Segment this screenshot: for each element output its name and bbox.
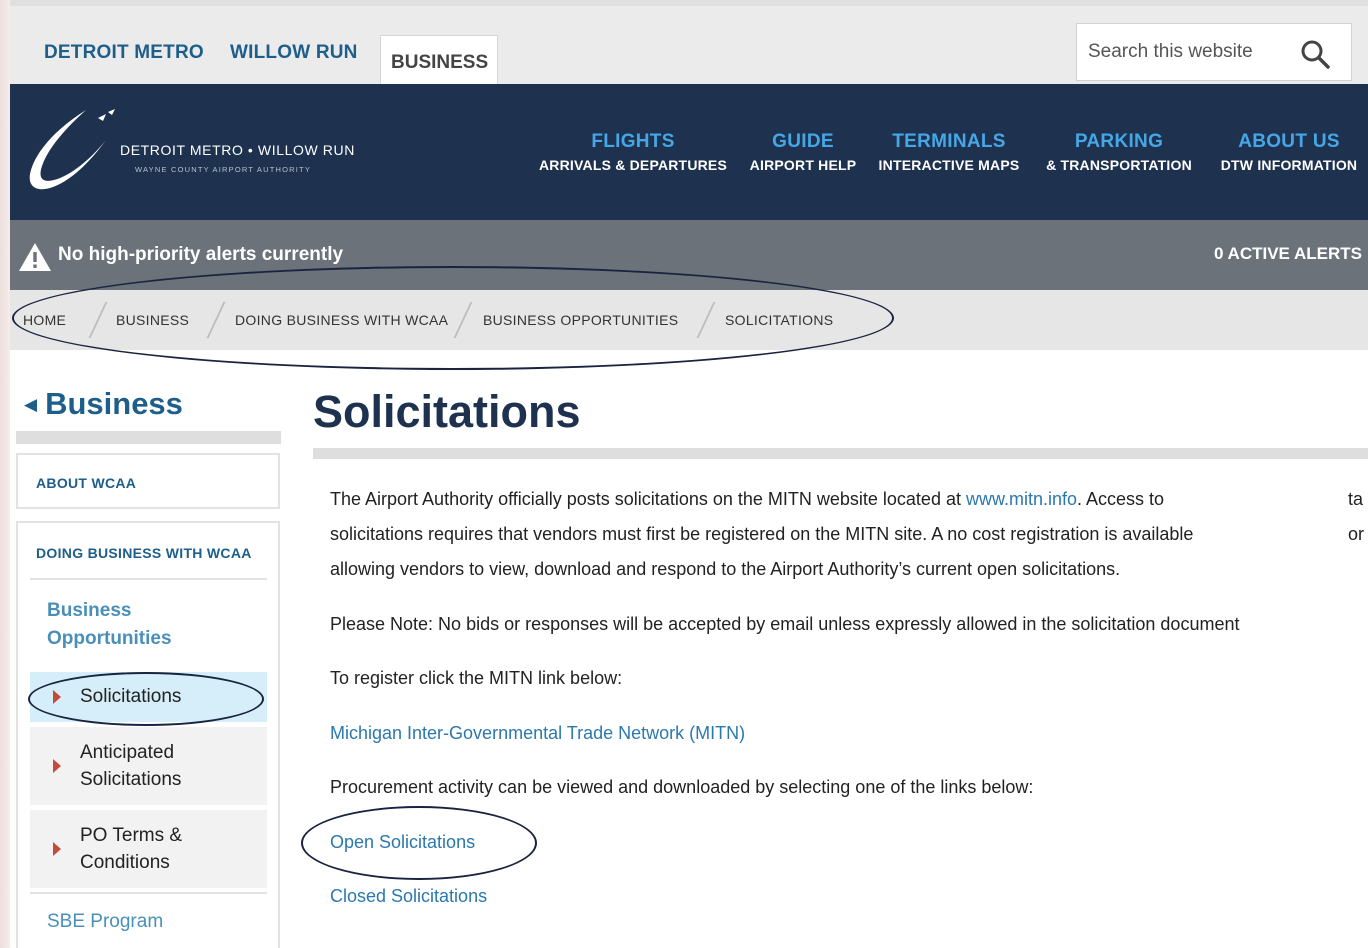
breadcrumb: HOME BUSINESS DOING BUSINESS WITH WCAA B… xyxy=(10,290,1368,350)
airport-logo[interactable] xyxy=(14,104,124,200)
breadcrumb-separator xyxy=(696,302,716,338)
nav-terminals[interactable]: TERMINALS INTERACTIVE MAPS xyxy=(875,131,1023,173)
nav-parking-sub: & TRANSPORTATION xyxy=(1046,157,1192,173)
back-arrow-icon: ◀ xyxy=(24,395,38,414)
breadcrumb-separator xyxy=(88,302,108,338)
breadcrumb-home[interactable]: HOME xyxy=(23,312,66,328)
intro-paragraph-line-1: The Airport Authority officially posts s… xyxy=(330,489,1164,510)
page: DETROIT METRO WILLOW RUN BUSINESS DETROI… xyxy=(10,0,1368,948)
utility-bar: DETROIT METRO WILLOW RUN BUSINESS xyxy=(10,0,1368,90)
nav-parking-title: PARKING xyxy=(1074,131,1164,152)
willow-run-link[interactable]: WILLOW RUN xyxy=(230,42,358,64)
closed-solicitations-link[interactable]: Closed Solicitations xyxy=(330,886,487,907)
brand-name: DETROIT METRO • WILLOW RUN xyxy=(120,142,355,158)
sidebar-item-po-terms[interactable]: PO Terms & Conditions xyxy=(30,810,267,888)
mitn-link[interactable]: Michigan Inter-Governmental Trade Networ… xyxy=(330,723,745,744)
main-nav: DETROIT METRO • WILLOW RUN WAYNE COUNTY … xyxy=(10,84,1368,220)
intro-text-b: . Access to xyxy=(1077,489,1165,509)
nav-about-us-title: ABOUT US xyxy=(1238,131,1340,152)
page-title: Solicitations xyxy=(313,386,581,437)
mitn-website-link[interactable]: www.mitn.info xyxy=(966,489,1077,509)
sidebar-item-anticipated-solicitations[interactable]: Anticipated Solicitations xyxy=(30,727,267,805)
nav-flights[interactable]: FLIGHTS ARRIVALS & DEPARTURES xyxy=(538,131,728,173)
breadcrumb-separator xyxy=(453,302,473,338)
breadcrumb-business-opportunities[interactable]: BUSINESS OPPORTUNITIES xyxy=(483,312,678,328)
nav-about-us[interactable]: ABOUT US DTW INFORMATION xyxy=(1212,131,1366,173)
breadcrumb-business[interactable]: BUSINESS xyxy=(116,312,189,328)
breadcrumb-doing-business[interactable]: DOING BUSINESS WITH WCAA xyxy=(235,312,448,328)
search-icon[interactable] xyxy=(1299,38,1331,70)
title-divider xyxy=(313,448,1368,459)
breadcrumb-current: SOLICITATIONS xyxy=(725,312,834,328)
nav-terminals-sub: INTERACTIVE MAPS xyxy=(878,157,1020,173)
nav-flights-sub: ARRIVALS & DEPARTURES xyxy=(538,157,728,173)
intro-paragraph-line-2: solicitations requires that vendors must… xyxy=(330,524,1194,544)
warning-icon xyxy=(19,243,51,271)
register-paragraph: To register click the MITN link below: xyxy=(330,668,623,688)
open-solicitations-link[interactable]: Open Solicitations xyxy=(330,832,475,853)
intro-paragraph-line-3: allowing vendors to view, download and r… xyxy=(330,559,1121,579)
brand-subtitle: WAYNE COUNTY AIRPORT AUTHORITY xyxy=(135,165,312,174)
search-input[interactable] xyxy=(1077,24,1287,80)
nav-flights-title: FLIGHTS xyxy=(591,131,675,152)
sidebar-item-sbe-program[interactable]: SBE Program xyxy=(47,911,163,933)
nav-guide-title: GUIDE xyxy=(772,131,834,152)
sidebar-divider xyxy=(30,578,267,580)
intro-text-a: The Airport Authority officially posts s… xyxy=(330,489,966,509)
sidebar-item-solicitations-label: Solicitations xyxy=(80,686,182,707)
sidebar-title-label: Business xyxy=(45,386,183,421)
alerts-bar: No high-priority alerts currently 0 ACTI… xyxy=(10,220,1368,290)
sidebar-item-solicitations[interactable]: Solicitations xyxy=(30,672,267,722)
nav-guide[interactable]: GUIDE AIRPORT HELP xyxy=(747,131,859,173)
business-tab-label: BUSINESS xyxy=(391,52,489,73)
business-tab[interactable]: BUSINESS xyxy=(380,35,498,90)
sidebar-item-anticipated-label: Anticipated Solicitations xyxy=(80,742,182,790)
caret-right-icon xyxy=(53,842,61,856)
sidebar-item-po-terms-label: PO Terms & Conditions xyxy=(80,825,183,873)
sidebar-title[interactable]: ◀ Business xyxy=(24,386,183,422)
nav-guide-sub: AIRPORT HELP xyxy=(749,157,857,173)
caret-right-icon xyxy=(53,759,61,773)
sidebar-item-doing-business[interactable]: DOING BUSINESS WITH WCAA xyxy=(36,545,252,561)
sidebar-divider xyxy=(30,892,267,894)
procurement-paragraph: Procurement activity can be viewed and d… xyxy=(330,777,1034,797)
nav-parking[interactable]: PARKING & TRANSPORTATION xyxy=(1040,131,1198,173)
breadcrumb-separator xyxy=(206,302,226,338)
caret-right-icon xyxy=(53,690,61,704)
sidebar-item-business-opportunities[interactable]: Business Opportunities xyxy=(47,597,247,653)
truncated-text: or xyxy=(1348,524,1365,544)
active-alerts-link[interactable]: 0 ACTIVE ALERTS xyxy=(1214,244,1362,264)
nav-about-us-sub: DTW INFORMATION xyxy=(1220,157,1358,173)
search-box xyxy=(1076,23,1352,81)
note-paragraph: Please Note: No bids or responses will b… xyxy=(330,614,1240,634)
detroit-metro-link[interactable]: DETROIT METRO xyxy=(44,42,204,64)
nav-terminals-title: TERMINALS xyxy=(892,131,1006,152)
sidebar-divider xyxy=(16,431,281,444)
sidebar-item-about-wcaa-label: ABOUT WCAA xyxy=(36,475,137,491)
truncated-text: ta xyxy=(1348,489,1364,509)
sidebar-item-about-wcaa[interactable]: ABOUT WCAA xyxy=(16,453,280,509)
alert-message: No high-priority alerts currently xyxy=(58,244,344,265)
